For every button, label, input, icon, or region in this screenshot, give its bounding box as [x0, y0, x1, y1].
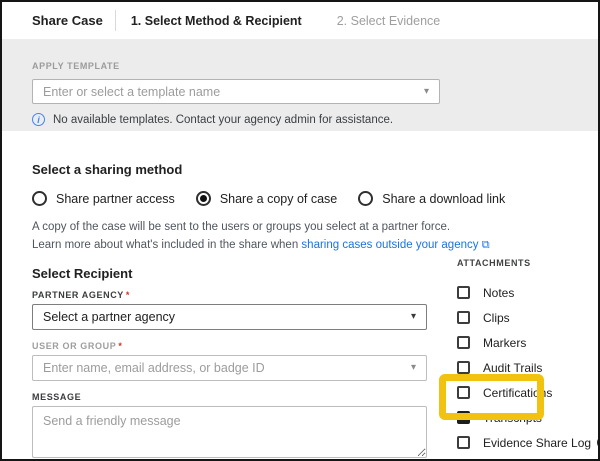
certifications-label: Certifications: [483, 386, 552, 400]
info-icon: i: [32, 113, 45, 126]
learn-more-line: Learn more about what's included in the …: [32, 239, 598, 252]
attachments-list: Notes Clips Markers Audit Trails Certifi…: [457, 280, 600, 455]
partner-agency-select[interactable]: Select a partner agency ▾: [32, 304, 427, 330]
sharing-method-heading: Select a sharing method: [32, 131, 598, 177]
clips-checkbox[interactable]: [457, 311, 470, 324]
radio-icon[interactable]: [32, 191, 47, 206]
radio-share-partner-access[interactable]: Share partner access: [32, 191, 175, 206]
learn-more-prefix: Learn more about what's included in the …: [32, 239, 301, 251]
sharing-method-options: Share partner access Share a copy of cas…: [32, 191, 598, 206]
radio-selected-icon[interactable]: [196, 191, 211, 206]
radio-share-download-link[interactable]: Share a download link: [358, 191, 505, 206]
attachments-heading: ATTACHMENTS: [457, 258, 531, 268]
attachment-row-notes[interactable]: Notes: [457, 280, 600, 305]
apply-template-placeholder: Enter or select a template name: [43, 85, 220, 99]
attachment-row-markers[interactable]: Markers: [457, 330, 600, 355]
apply-template-section: APPLY TEMPLATE Enter or select a templat…: [2, 39, 598, 131]
required-asterisk: *: [126, 290, 130, 300]
notes-checkbox[interactable]: [457, 286, 470, 299]
dialog-title: Share Case: [32, 13, 103, 28]
tab-step-1[interactable]: 1. Select Method & Recipient: [131, 14, 302, 28]
evidence-share-log-checkbox[interactable]: [457, 436, 470, 449]
radio-label: Share partner access: [56, 192, 175, 206]
apply-template-label: APPLY TEMPLATE: [32, 61, 120, 71]
markers-label: Markers: [483, 336, 526, 350]
message-textarea[interactable]: [32, 406, 427, 458]
header-divider: [115, 10, 116, 31]
attachments-panel: ATTACHMENTS Notes Clips Markers Audit Tr…: [457, 253, 600, 455]
partner-agency-value: Select a partner agency: [43, 310, 175, 324]
certifications-checkbox[interactable]: [457, 386, 470, 399]
audit-trails-label: Audit Trails: [483, 361, 542, 375]
clips-label: Clips: [483, 311, 510, 325]
notes-label: Notes: [483, 286, 514, 300]
attachment-row-audit-trails[interactable]: Audit Trails: [457, 355, 600, 380]
dialog-header: Share Case 1. Select Method & Recipient …: [2, 2, 598, 39]
attachment-row-clips[interactable]: Clips: [457, 305, 600, 330]
attachment-row-certifications[interactable]: Certifications: [457, 380, 600, 405]
radio-share-copy-of-case[interactable]: Share a copy of case: [196, 191, 337, 206]
radio-icon[interactable]: [358, 191, 373, 206]
attachment-row-transcripts[interactable]: ✓ Transcripts: [457, 405, 600, 430]
radio-label: Share a copy of case: [220, 192, 337, 206]
chevron-down-icon: ▾: [411, 363, 416, 373]
radio-label: Share a download link: [382, 192, 505, 206]
apply-template-select[interactable]: Enter or select a template name ▾: [32, 79, 440, 104]
markers-checkbox[interactable]: [457, 336, 470, 349]
share-case-dialog: Share Case 1. Select Method & Recipient …: [0, 0, 600, 461]
required-asterisk: *: [118, 341, 122, 351]
partner-agency-label-text: PARTNER AGENCY: [32, 290, 124, 300]
user-or-group-input[interactable]: Enter name, email address, or badge ID ▾: [32, 355, 427, 381]
template-info-row: i No available templates. Contact your a…: [32, 113, 598, 126]
evidence-share-log-label: Evidence Share Log: [483, 436, 591, 450]
audit-trails-checkbox[interactable]: [457, 361, 470, 374]
user-or-group-placeholder: Enter name, email address, or badge ID: [43, 361, 265, 375]
transcripts-label: Transcripts: [483, 411, 542, 425]
transcripts-checkbox-checked[interactable]: ✓: [457, 411, 470, 424]
tab-step-2[interactable]: 2. Select Evidence: [337, 14, 441, 28]
attachment-row-evidence-share-log[interactable]: Evidence Share Log ?: [457, 430, 600, 455]
method-description: A copy of the case will be sent to the u…: [32, 221, 598, 233]
learn-more-link[interactable]: sharing cases outside your agency: [301, 239, 478, 251]
external-link-icon: ⧉: [482, 239, 490, 251]
user-or-group-label-text: USER OR GROUP: [32, 341, 116, 351]
chevron-down-icon: ▾: [424, 87, 429, 97]
chevron-down-icon: ▾: [411, 312, 416, 322]
template-info-text: No available templates. Contact your age…: [53, 114, 393, 126]
